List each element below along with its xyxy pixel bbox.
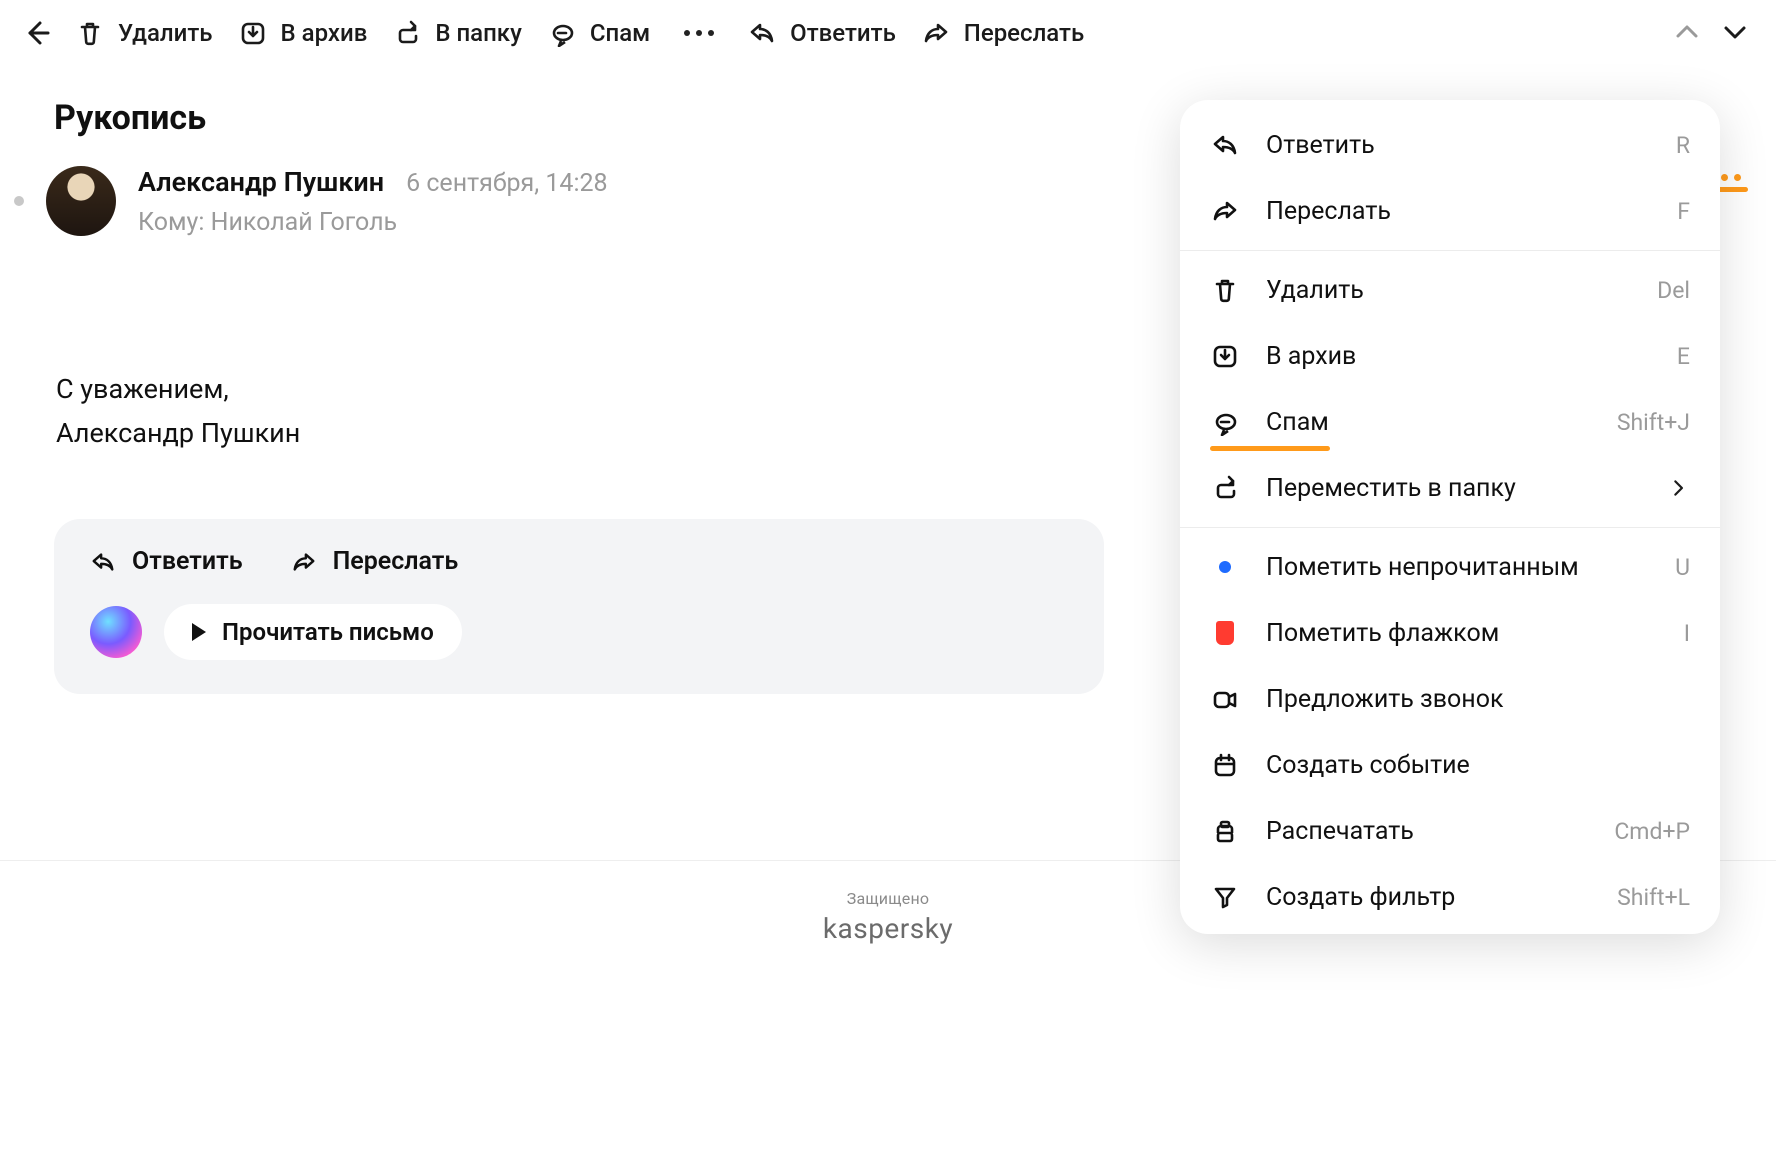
reply-button[interactable]: Ответить (748, 19, 896, 47)
menu-print[interactable]: Распечатать Cmd+P (1180, 798, 1720, 864)
play-icon (192, 623, 206, 641)
menu-create-event[interactable]: Создать событие (1180, 732, 1720, 798)
menu-flag-shortcut: I (1684, 620, 1690, 647)
back-button[interactable] (22, 19, 50, 47)
menu-delete-label: Удалить (1266, 276, 1364, 305)
archive-button[interactable]: В архив (239, 19, 368, 47)
menu-reply-label: Ответить (1266, 131, 1375, 160)
menu-separator (1180, 250, 1720, 251)
quick-forward-button[interactable]: Переслать (291, 547, 459, 576)
menu-filter-label: Создать фильтр (1266, 883, 1455, 912)
folder-move-icon (1210, 473, 1240, 503)
unread-dot-icon (14, 196, 24, 206)
menu-flag[interactable]: Пометить флажком I (1180, 600, 1720, 666)
reply-icon (1210, 130, 1240, 160)
archive-icon (1210, 341, 1240, 371)
sent-date: 6 сентября, 14:28 (406, 169, 608, 198)
archive-icon (239, 19, 267, 47)
flag-icon (1210, 618, 1240, 648)
read-aloud-label: Прочитать письмо (222, 618, 434, 646)
menu-separator (1180, 527, 1720, 528)
read-aloud-button[interactable]: Прочитать письмо (164, 604, 462, 660)
menu-spam-label: Спам (1266, 408, 1329, 437)
menu-delete-shortcut: Del (1657, 277, 1690, 304)
forward-icon (291, 549, 317, 575)
to-prefix: Кому: (138, 208, 211, 237)
menu-create-filter[interactable]: Создать фильтр Shift+L (1180, 864, 1720, 930)
menu-filter-shortcut: Shift+L (1617, 884, 1690, 911)
to-name: Николай Гоголь (211, 208, 397, 237)
menu-reply-shortcut: R (1676, 132, 1690, 159)
menu-flag-label: Пометить флажком (1266, 619, 1499, 648)
archive-label: В архив (281, 19, 368, 47)
menu-spam[interactable]: Спам Shift+J (1180, 389, 1720, 455)
forward-icon (1210, 196, 1240, 226)
next-message-button[interactable] (1720, 18, 1750, 48)
sender-name[interactable]: Александр Пушкин (138, 166, 384, 198)
folder-move-icon (393, 19, 421, 47)
menu-forward-label: Переслать (1266, 197, 1391, 226)
menu-unread-label: Пометить непрочитанным (1266, 553, 1579, 582)
menu-move-to-folder[interactable]: Переместить в папку (1180, 455, 1720, 521)
prev-message-button[interactable] (1672, 18, 1702, 48)
thumbs-down-icon (548, 19, 576, 47)
menu-suggest-call[interactable]: Предложить звонок (1180, 666, 1720, 732)
filter-icon (1210, 882, 1240, 912)
menu-call-label: Предложить звонок (1266, 685, 1504, 714)
quick-reply-label: Ответить (132, 547, 243, 576)
delete-button[interactable]: Удалить (76, 19, 213, 47)
sender-avatar[interactable] (46, 166, 116, 236)
reply-icon (90, 549, 116, 575)
menu-print-shortcut: Cmd+P (1614, 818, 1690, 845)
video-icon (1210, 684, 1240, 714)
spam-button[interactable]: Спам (548, 19, 650, 47)
quick-actions-card: Ответить Переслать Прочитать письмо (54, 519, 1104, 694)
forward-label: Переслать (964, 19, 1084, 47)
forward-button[interactable]: Переслать (922, 19, 1084, 47)
quick-forward-label: Переслать (333, 547, 459, 576)
menu-archive[interactable]: В архив E (1180, 323, 1720, 389)
thumbs-down-icon (1210, 407, 1240, 437)
printer-icon (1210, 816, 1240, 846)
toolbar: Удалить В архив В папку Спам Ответить Пе… (0, 0, 1776, 66)
more-button[interactable] (676, 30, 722, 36)
menu-reply[interactable]: Ответить R (1180, 112, 1720, 178)
menu-move-label: Переместить в папку (1266, 474, 1516, 503)
unread-dot-icon (1210, 552, 1240, 582)
quick-reply-button[interactable]: Ответить (90, 547, 243, 576)
to-folder-label: В папку (435, 19, 522, 47)
menu-spam-shortcut: Shift+J (1617, 409, 1690, 436)
menu-archive-shortcut: E (1677, 343, 1690, 370)
calendar-icon (1210, 750, 1240, 780)
menu-event-label: Создать событие (1266, 751, 1470, 780)
menu-print-label: Распечатать (1266, 817, 1414, 846)
menu-forward-shortcut: F (1677, 198, 1690, 225)
recipient-line: Кому: Николай Гоголь (138, 208, 608, 237)
menu-delete[interactable]: Удалить Del (1180, 257, 1720, 323)
menu-mark-unread[interactable]: Пометить непрочитанным U (1180, 534, 1720, 600)
menu-archive-label: В архив (1266, 342, 1356, 371)
forward-icon (922, 19, 950, 47)
highlight-bar-icon (1210, 446, 1330, 451)
reply-label: Ответить (790, 19, 896, 47)
delete-label: Удалить (118, 19, 213, 47)
chevron-right-icon (1668, 477, 1690, 499)
menu-unread-shortcut: U (1675, 554, 1690, 581)
reply-icon (748, 19, 776, 47)
assistant-orb-icon (90, 606, 142, 658)
menu-forward[interactable]: Переслать F (1180, 178, 1720, 244)
arrow-left-icon (22, 19, 50, 47)
spam-label: Спам (590, 19, 650, 47)
context-menu: Ответить R Переслать F Удалить Del В арх… (1180, 100, 1720, 934)
trash-icon (76, 19, 104, 47)
to-folder-button[interactable]: В папку (393, 19, 522, 47)
trash-icon (1210, 275, 1240, 305)
